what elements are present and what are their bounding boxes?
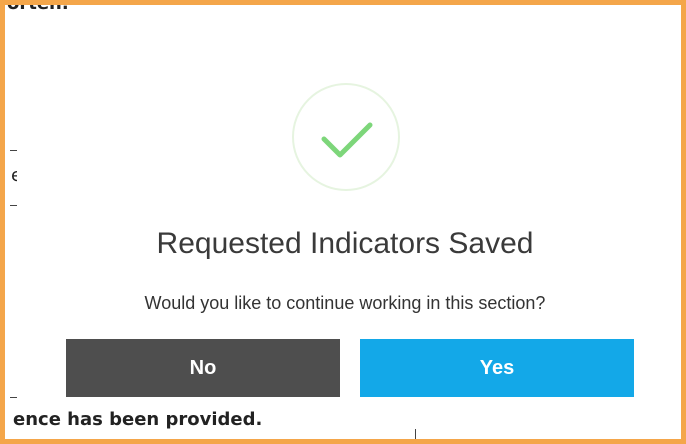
no-button[interactable]: No bbox=[66, 339, 340, 397]
success-icon-circle bbox=[292, 83, 400, 191]
dialog-title: Requested Indicators Saved bbox=[156, 227, 534, 260]
background-text-bottom: ence has been provided. bbox=[13, 409, 263, 430]
dialog-message: Would you like to continue working in th… bbox=[144, 293, 546, 313]
background-text-top: orten. bbox=[7, 5, 69, 14]
yes-button[interactable]: Yes bbox=[360, 339, 634, 397]
highlight-frame: orten. e ence has been provided. Request… bbox=[0, 0, 686, 444]
background-divider-vertical bbox=[415, 429, 416, 439]
checkmark-icon bbox=[321, 122, 373, 158]
confirmation-dialog: Requested Indicators Saved Would you lik… bbox=[17, 17, 673, 410]
